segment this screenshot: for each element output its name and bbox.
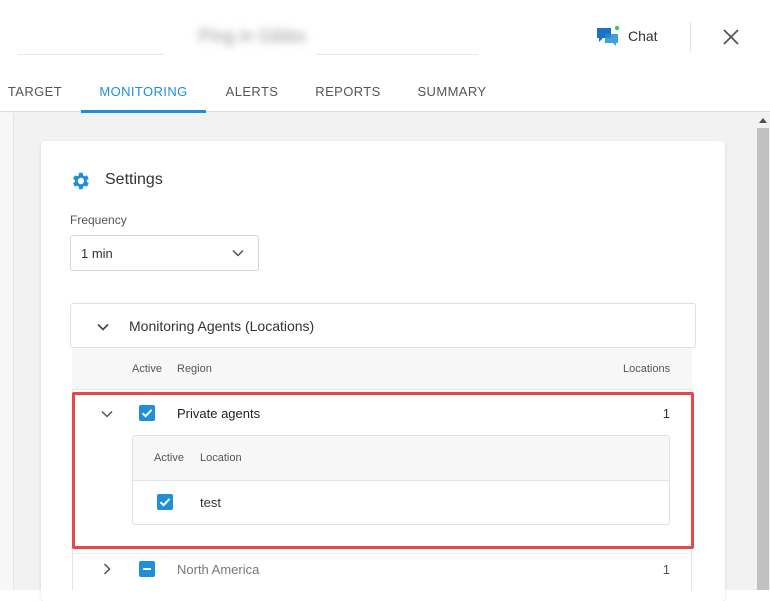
checkmark-icon <box>141 409 153 418</box>
region-name: Private agents <box>177 406 261 421</box>
tab-summary[interactable]: SUMMARY <box>410 70 494 112</box>
close-icon <box>723 29 739 45</box>
agents-table-header: Active Region Locations <box>72 348 692 390</box>
indeterminate-icon <box>143 568 151 570</box>
tab-reports[interactable]: REPORTS <box>310 70 386 112</box>
title-underline-right <box>316 54 478 55</box>
chevron-down-icon <box>232 249 244 257</box>
region-location-count: 1 <box>662 406 670 421</box>
checkbox-north-america[interactable] <box>139 561 155 577</box>
chat-label: Chat <box>628 28 658 44</box>
gear-icon <box>73 172 89 190</box>
tab-target[interactable]: TARGET <box>4 70 66 112</box>
scrollbar-thumb[interactable] <box>757 128 769 590</box>
chat-bubbles-icon <box>597 25 620 46</box>
row-divider <box>72 553 692 554</box>
col-locations-header: Locations <box>623 363 671 375</box>
checkbox-private-agents[interactable] <box>139 405 155 421</box>
tab-alerts[interactable]: ALERTS <box>220 70 284 112</box>
dialog-header: Ping in Gibbs Chat <box>0 0 770 70</box>
monitoring-agents-accordion[interactable]: Monitoring Agents (Locations) <box>70 303 696 348</box>
nested-col-location-header: Location <box>200 452 242 464</box>
page-title: Ping in Gibbs <box>198 26 306 46</box>
checkmark-icon <box>159 498 171 507</box>
title-underline-left <box>18 54 164 55</box>
chat-button[interactable]: Chat <box>596 24 658 48</box>
chevron-down-icon[interactable] <box>101 408 113 420</box>
left-gutter <box>0 113 14 590</box>
scroll-up-arrow-icon[interactable] <box>758 116 768 124</box>
col-active-header: Active <box>132 363 162 375</box>
frequency-select[interactable]: 1 min <box>70 235 259 271</box>
frequency-label: Frequency <box>70 213 127 227</box>
tab-monitoring[interactable]: MONITORING <box>81 70 206 113</box>
location-name: test <box>200 495 221 510</box>
region-location-count: 1 <box>662 562 670 577</box>
settings-title: Settings <box>105 171 163 188</box>
close-button[interactable] <box>718 24 744 50</box>
region-name: North America <box>177 562 260 577</box>
checkbox-location-test[interactable] <box>157 494 173 510</box>
tab-bar: TARGET MONITORING ALERTS REPORTS SUMMARY <box>0 70 770 113</box>
chevron-right-icon[interactable] <box>101 563 113 575</box>
col-region-header: Region <box>177 363 212 375</box>
accordion-title: Monitoring Agents (Locations) <box>129 318 315 334</box>
nested-col-active-header: Active <box>154 452 184 464</box>
nested-table-header: Active Location <box>133 436 669 481</box>
nested-locations-table: Active Location test <box>132 435 670 525</box>
frequency-value: 1 min <box>81 245 113 261</box>
header-divider <box>690 22 691 52</box>
chevron-down-icon <box>97 323 109 331</box>
